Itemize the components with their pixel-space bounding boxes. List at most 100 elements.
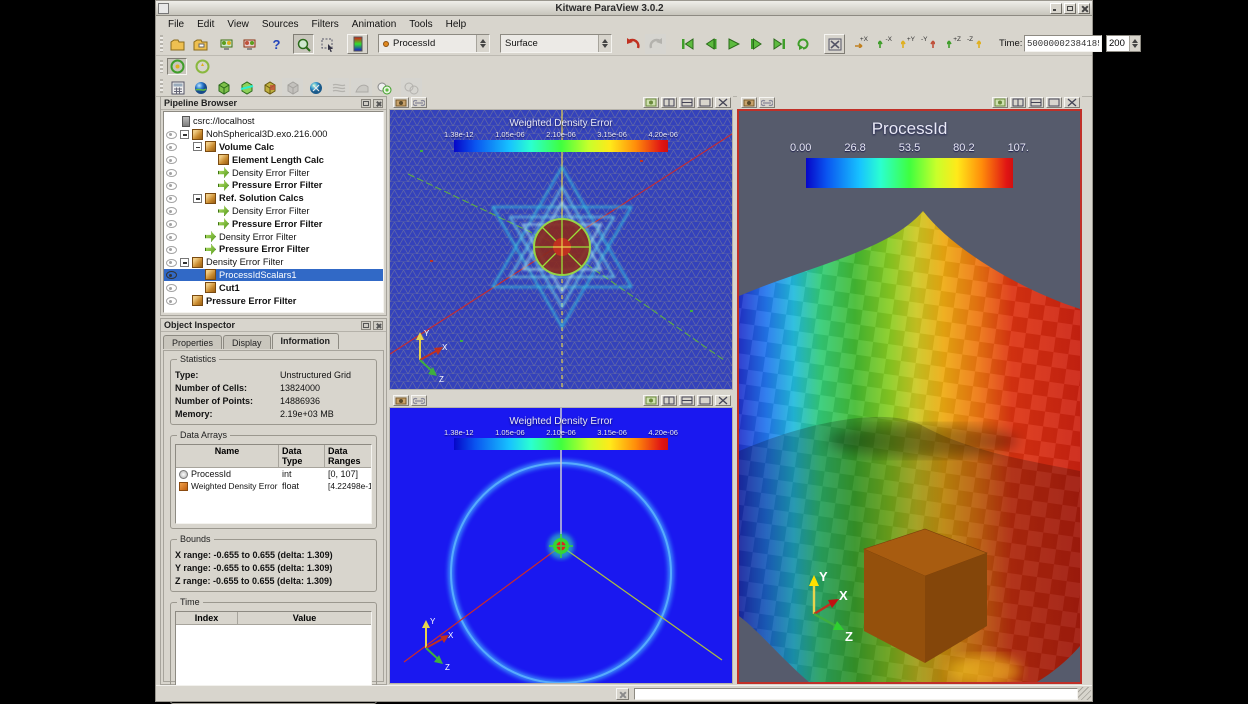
vcr-first-frame-button[interactable] <box>677 34 698 54</box>
tab-properties[interactable]: Properties <box>163 335 222 349</box>
eye-icon[interactable] <box>166 283 177 292</box>
slice-filter-button[interactable] <box>236 78 257 98</box>
data-arrays-table[interactable]: Name Data Type Data Ranges ProcessId int… <box>175 444 372 524</box>
pipeline-item-selected[interactable]: ProcessIdScalars1 <box>164 269 383 282</box>
redo-button[interactable] <box>645 34 666 54</box>
menu-tools[interactable]: Tools <box>403 18 438 31</box>
link-camera-icon[interactable] <box>411 395 427 406</box>
close-view-icon[interactable] <box>715 97 731 108</box>
close-panel-icon[interactable] <box>373 99 383 108</box>
pipeline-item[interactable]: Density Error Filter <box>164 230 383 243</box>
pipeline-item[interactable]: Pressure Error Filter <box>164 217 383 230</box>
frame-spinner[interactable] <box>1106 35 1141 52</box>
calculator-filter-button[interactable] <box>167 78 188 98</box>
data-array-row[interactable]: Weighted Density Error float [4.22498e-1… <box>176 480 371 492</box>
split-horizontal-icon[interactable] <box>1010 97 1026 108</box>
connect-server-button[interactable] <box>216 34 237 54</box>
pipeline-item[interactable]: Pressure Error Filter <box>164 294 383 307</box>
edit-color-map-button[interactable] <box>347 34 368 54</box>
column-header[interactable]: Data Type <box>279 445 325 467</box>
eye-icon[interactable] <box>166 258 177 267</box>
eye-icon[interactable] <box>166 168 177 177</box>
split-horizontal-icon[interactable] <box>661 97 677 108</box>
render-view-right-active[interactable]: Y X Z ProcessId 0.00 26.8 53.5 80.2 107. <box>737 96 1082 684</box>
undo-button[interactable] <box>622 34 643 54</box>
glyph-filter-button[interactable] <box>305 78 326 98</box>
column-header[interactable]: Index <box>176 612 238 624</box>
link-camera-icon[interactable] <box>759 97 775 108</box>
column-header[interactable]: Data Ranges <box>325 445 371 467</box>
camera-capture-icon[interactable] <box>393 395 409 406</box>
reset-camera-button[interactable] <box>824 34 845 54</box>
pipeline-item[interactable]: Pressure Error Filter <box>164 243 383 256</box>
group-datasets-button[interactable] <box>374 78 395 98</box>
vcr-loop-button[interactable] <box>792 34 813 54</box>
menu-filters[interactable]: Filters <box>306 18 345 31</box>
eye-icon[interactable] <box>166 296 177 305</box>
toolbar-grip[interactable] <box>160 60 163 73</box>
time-input[interactable] <box>1024 35 1102 52</box>
collapse-icon[interactable] <box>180 258 189 267</box>
collapse-icon[interactable] <box>180 130 189 139</box>
collapse-icon[interactable] <box>193 142 202 151</box>
help-button[interactable]: ? <box>266 34 287 54</box>
camera-plus-y-button[interactable]: +Y <box>896 34 917 54</box>
collapse-icon[interactable] <box>193 194 202 203</box>
render-viewport[interactable]: Y X Z ProcessId 0.00 26.8 53.5 80.2 107. <box>737 109 1082 684</box>
close-button[interactable] <box>1078 3 1090 14</box>
pipeline-item-server[interactable]: csrc://localhost <box>164 115 383 128</box>
save-data-button[interactable] <box>190 34 211 54</box>
resize-grip-icon[interactable] <box>1078 687 1091 700</box>
toolbar-grip[interactable] <box>160 35 163 52</box>
eye-icon[interactable] <box>166 206 177 215</box>
undock-panel-icon[interactable] <box>361 99 371 108</box>
vcr-play-button[interactable] <box>723 34 744 54</box>
pipeline-tree[interactable]: csrc://localhost NohSpherical3D.exo.216.… <box>163 111 384 313</box>
eye-icon[interactable] <box>166 232 177 241</box>
render-view-bottom-left[interactable]: Y X Z Weighted Density Error 1.38e-12 1.… <box>389 394 733 684</box>
menu-view[interactable]: View <box>221 18 255 31</box>
menu-sources[interactable]: Sources <box>256 18 305 31</box>
menu-animation[interactable]: Animation <box>346 18 402 31</box>
camera-minus-y-button[interactable]: -Y <box>919 34 940 54</box>
lookmark-icon[interactable] <box>992 97 1008 108</box>
spinner-arrows-icon[interactable] <box>1129 36 1140 51</box>
pipeline-item[interactable]: Density Error Filter <box>164 166 383 179</box>
split-vertical-icon[interactable] <box>1028 97 1044 108</box>
camera-minus-x-button[interactable]: -X <box>873 34 894 54</box>
camera-minus-z-button[interactable]: -Z <box>965 34 986 54</box>
disconnect-server-button[interactable] <box>239 34 260 54</box>
select-cells-button[interactable] <box>293 34 314 54</box>
eye-icon[interactable] <box>166 142 177 151</box>
open-file-button[interactable] <box>167 34 188 54</box>
pipeline-item[interactable]: Element Length Calc <box>164 153 383 166</box>
vcr-previous-frame-button[interactable] <box>700 34 721 54</box>
clip-filter-button[interactable] <box>213 78 234 98</box>
data-array-row[interactable]: ProcessId int [0, 107] <box>176 468 371 480</box>
eye-icon[interactable] <box>166 155 177 164</box>
title-bar[interactable]: Kitware ParaView 3.0.2 <box>156 1 1092 16</box>
maximize-view-icon[interactable] <box>697 97 713 108</box>
object-inspector-titlebar[interactable]: Object Inspector <box>161 319 386 332</box>
tab-display[interactable]: Display <box>223 335 271 349</box>
maximize-view-icon[interactable] <box>697 395 713 406</box>
maximize-view-icon[interactable] <box>1046 97 1062 108</box>
split-vertical-icon[interactable] <box>679 97 695 108</box>
warp-filter-button[interactable] <box>351 78 372 98</box>
pipeline-item[interactable]: Pressure Error Filter <box>164 179 383 192</box>
show-center-axes-button[interactable] <box>167 58 187 75</box>
menu-file[interactable]: File <box>162 18 190 31</box>
stream-tracer-filter-button[interactable] <box>328 78 349 98</box>
contour-filter-button[interactable] <box>190 78 211 98</box>
menu-help[interactable]: Help <box>440 18 473 31</box>
close-view-icon[interactable] <box>1064 97 1080 108</box>
camera-capture-icon[interactable] <box>393 97 409 108</box>
tab-information[interactable]: Information <box>272 333 340 349</box>
pipeline-item[interactable]: Volume Calc <box>164 141 383 154</box>
close-view-icon[interactable] <box>715 395 731 406</box>
pipeline-item[interactable]: Density Error Filter <box>164 205 383 218</box>
cancel-progress-button[interactable] <box>616 688 629 700</box>
menu-edit[interactable]: Edit <box>191 18 220 31</box>
split-vertical-icon[interactable] <box>679 395 695 406</box>
eye-icon[interactable] <box>166 181 177 190</box>
